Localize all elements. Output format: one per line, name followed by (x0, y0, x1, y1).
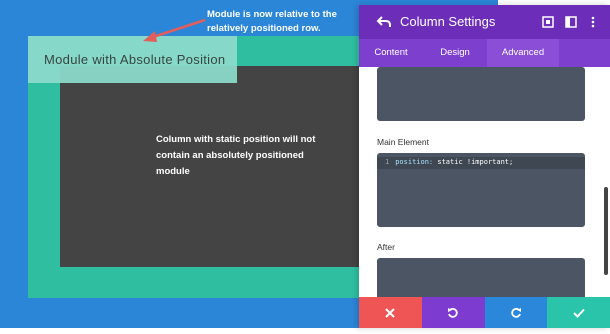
panel-scrollbar[interactable] (604, 187, 608, 275)
css-property: position: (395, 158, 434, 166)
before-css-editor[interactable] (377, 67, 585, 121)
redo-button[interactable] (484, 297, 548, 328)
check-icon (572, 308, 585, 318)
tab-advanced[interactable]: Advanced (487, 39, 559, 67)
annotation-text: Module is now relative to the relatively… (207, 9, 337, 34)
css-value: static !important; (437, 158, 514, 166)
column-description: Column with static position will not con… (156, 134, 316, 177)
save-button[interactable] (547, 297, 610, 328)
undo-button[interactable] (421, 297, 485, 328)
tab-design[interactable]: Design (423, 39, 487, 67)
absolute-module[interactable]: Module with Absolute Position (28, 36, 237, 83)
panel-body: Main Element 1 position: static !importan… (359, 67, 610, 297)
more-options-icon[interactable] (587, 16, 599, 28)
main-element-label: Main Element (377, 137, 429, 147)
discard-button[interactable] (359, 297, 422, 328)
undo-icon (448, 307, 458, 318)
after-css-editor[interactable] (377, 258, 585, 297)
panel-title: Column Settings (400, 14, 496, 29)
code-line: 1 position: static !important; (385, 158, 513, 166)
main-element-css-editor[interactable]: 1 position: static !important; (377, 153, 585, 227)
panel-header: Column Settings (359, 5, 610, 39)
panel-footer (359, 297, 610, 328)
sidebar-toggle-icon[interactable] (565, 16, 577, 28)
tab-content[interactable]: Content (359, 39, 423, 67)
settings-tabs: Content Design Advanced (359, 39, 610, 67)
column-settings-panel: Column Settings Content Design Advanced … (359, 5, 610, 328)
after-label: After (377, 242, 395, 252)
back-arrow-icon[interactable] (376, 14, 392, 30)
module-label: Module with Absolute Position (44, 52, 226, 67)
line-number: 1 (385, 158, 390, 166)
close-icon (385, 307, 396, 318)
redo-icon (511, 307, 521, 318)
expand-icon[interactable] (542, 16, 554, 28)
